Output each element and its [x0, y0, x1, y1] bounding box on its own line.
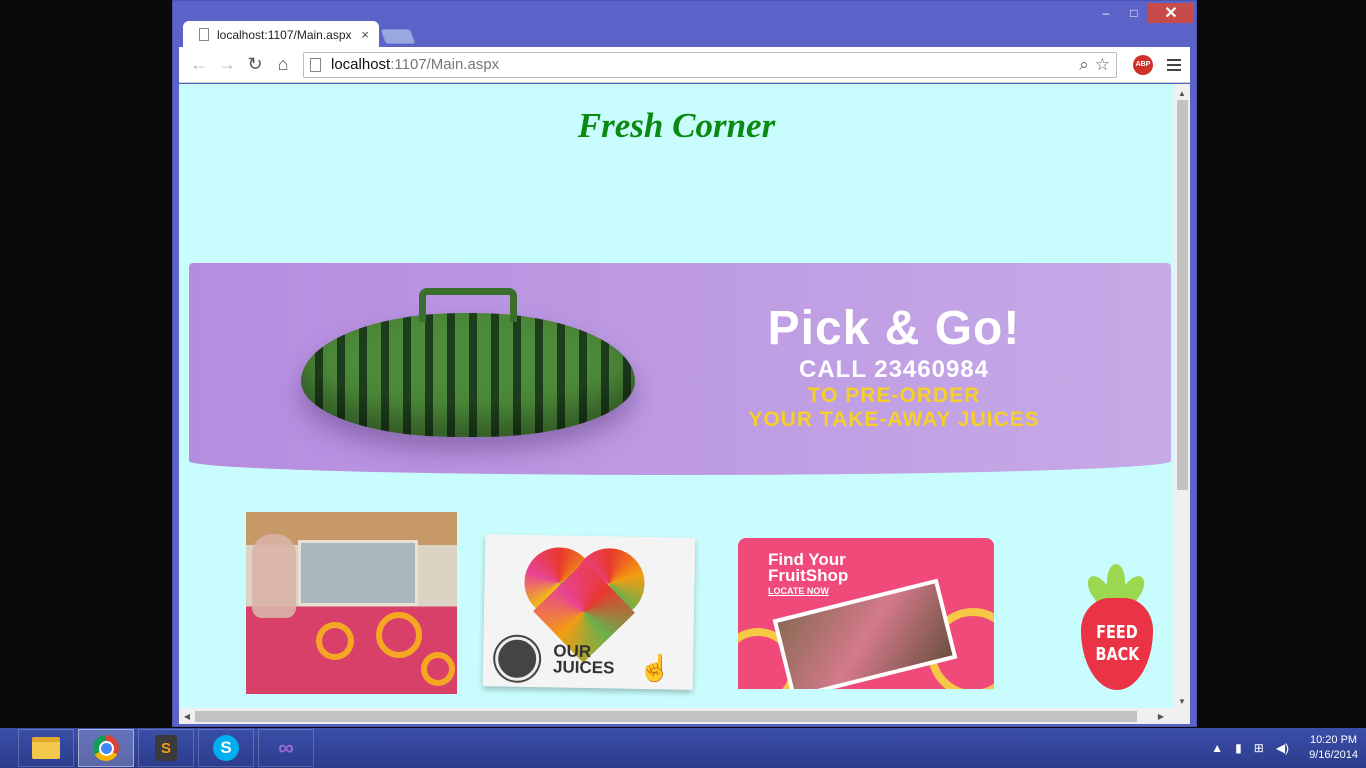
taskbar-skype[interactable]: S [198, 729, 254, 767]
taskbar-sublime[interactable]: S [138, 729, 194, 767]
horizontal-scroll-thumb[interactable] [195, 711, 1137, 722]
system-tray: ▲ ▮ ⊞ ◀) 10:20 PM 9/16/2014 [1211, 728, 1358, 768]
shop-photo-tile[interactable] [246, 512, 457, 694]
page-title: Fresh Corner [577, 106, 776, 145]
back-icon[interactable]: ← [185, 51, 213, 79]
maximize-button[interactable]: □ [1120, 3, 1148, 23]
folder-icon [32, 737, 60, 759]
feedback-strawberry-button[interactable]: FEED BACK [1075, 564, 1157, 694]
adblock-icon[interactable]: ABP [1133, 54, 1153, 75]
reload-icon[interactable]: ↻ [241, 51, 269, 79]
feedback-label-2: BACK [1095, 644, 1139, 665]
url-path: :1107/Main.aspx [390, 56, 500, 73]
banner-line-2: YOUR TAKE-AWAY JUICES [748, 408, 1040, 431]
bookmark-star-icon[interactable]: ☆ [1095, 55, 1110, 75]
tray-expand-icon[interactable]: ▲ [1211, 741, 1223, 755]
tab-title: localhost:1107/Main.aspx [217, 27, 352, 42]
url-host: localhost [331, 56, 391, 73]
hand-cursor-icon: ☝ [638, 652, 672, 684]
page-viewport: Fresh Corner Pick & Go! CALL 23460984 TO… [179, 84, 1190, 724]
taskbar: S S ∞ ▲ ▮ ⊞ ◀) 10:20 PM 9/16/2014 [0, 728, 1366, 768]
battery-icon[interactable]: ▮ [1235, 741, 1242, 755]
minimize-button[interactable]: – [1092, 3, 1120, 23]
decor-circle [316, 622, 354, 660]
chrome-icon [93, 735, 119, 761]
scroll-down-icon[interactable]: ▼ [1174, 694, 1190, 708]
scroll-left-icon[interactable]: ◀ [179, 708, 195, 724]
watermelon-image [301, 313, 635, 437]
decor-circle [421, 652, 455, 686]
strawberry-body: FEED BACK [1081, 598, 1153, 690]
locate-now-link[interactable]: LOCATE NOW [768, 586, 829, 596]
vertical-scroll-thumb[interactable] [1177, 100, 1188, 490]
close-button[interactable]: ✕ [1148, 3, 1194, 23]
new-tab-button[interactable] [380, 29, 416, 44]
visual-studio-icon: ∞ [278, 735, 294, 760]
watermelon-handle [419, 288, 517, 322]
taskbar-chrome[interactable] [78, 729, 134, 767]
banner-phone: CALL 23460984 [799, 356, 989, 383]
taskbar-file-explorer[interactable] [18, 729, 74, 767]
sublime-text-icon: S [155, 735, 177, 761]
tab-close-icon[interactable]: × [361, 27, 369, 42]
banner-headline: Pick & Go! [767, 302, 1021, 355]
shop-window [298, 540, 418, 606]
taskbar-visual-studio[interactable]: ∞ [258, 729, 314, 767]
feedback-label-1: FEED [1096, 622, 1138, 643]
our-juices-tile[interactable]: OUR JUICES ☝ [482, 534, 696, 690]
clock[interactable]: 10:20 PM 9/16/2014 [1309, 733, 1358, 763]
volume-icon[interactable]: ◀) [1276, 741, 1289, 755]
browser-window: – □ ✕ localhost:1107/Main.aspx × ← → ↻ ⌂… [172, 0, 1197, 727]
page-icon [310, 57, 321, 72]
clock-time: 10:20 PM [1309, 734, 1358, 746]
fruit-heart-image [523, 546, 646, 663]
pick-and-go-banner[interactable]: Pick & Go! CALL 23460984 TO PRE-ORDER YO… [189, 263, 1171, 475]
banner-text: Pick & Go! CALL 23460984 TO PRE-ORDER YO… [694, 301, 1094, 432]
page-icon [199, 28, 209, 41]
skype-icon: S [213, 735, 239, 761]
zoom-icon[interactable]: ⌕ [1079, 55, 1089, 75]
home-icon[interactable]: ⌂ [269, 51, 297, 79]
juice-glass [252, 534, 296, 618]
decor-circle [376, 612, 422, 658]
find-fruitshop-tile[interactable]: Find Your FruitShop LOCATE NOW [738, 538, 994, 689]
browser-tab[interactable]: localhost:1107/Main.aspx × [183, 21, 379, 48]
window-controls: – □ ✕ [1092, 3, 1194, 25]
vertical-scrollbar[interactable]: ▲ ▼ [1174, 84, 1190, 708]
browser-toolbar: ← → ↻ ⌂ localhost:1107/Main.aspx ⌕ ☆ ABP [179, 47, 1190, 83]
menu-icon[interactable] [1167, 58, 1181, 71]
network-icon[interactable]: ⊞ [1254, 741, 1264, 755]
address-bar[interactable]: localhost:1107/Main.aspx ⌕ ☆ [303, 51, 1117, 78]
scroll-right-icon[interactable]: ▶ [1153, 708, 1169, 724]
banner-line-1: TO PRE-ORDER [807, 384, 981, 407]
forward-icon[interactable]: → [213, 51, 241, 79]
horizontal-scrollbar[interactable]: ◀ ▶ [179, 708, 1190, 724]
fruitshop-title: Find Your FruitShop [768, 550, 849, 585]
scroll-up-icon[interactable]: ▲ [1174, 86, 1190, 100]
juices-label: OUR JUICES [552, 641, 615, 678]
juices-logo [494, 636, 540, 682]
clock-date: 9/16/2014 [1309, 749, 1358, 761]
